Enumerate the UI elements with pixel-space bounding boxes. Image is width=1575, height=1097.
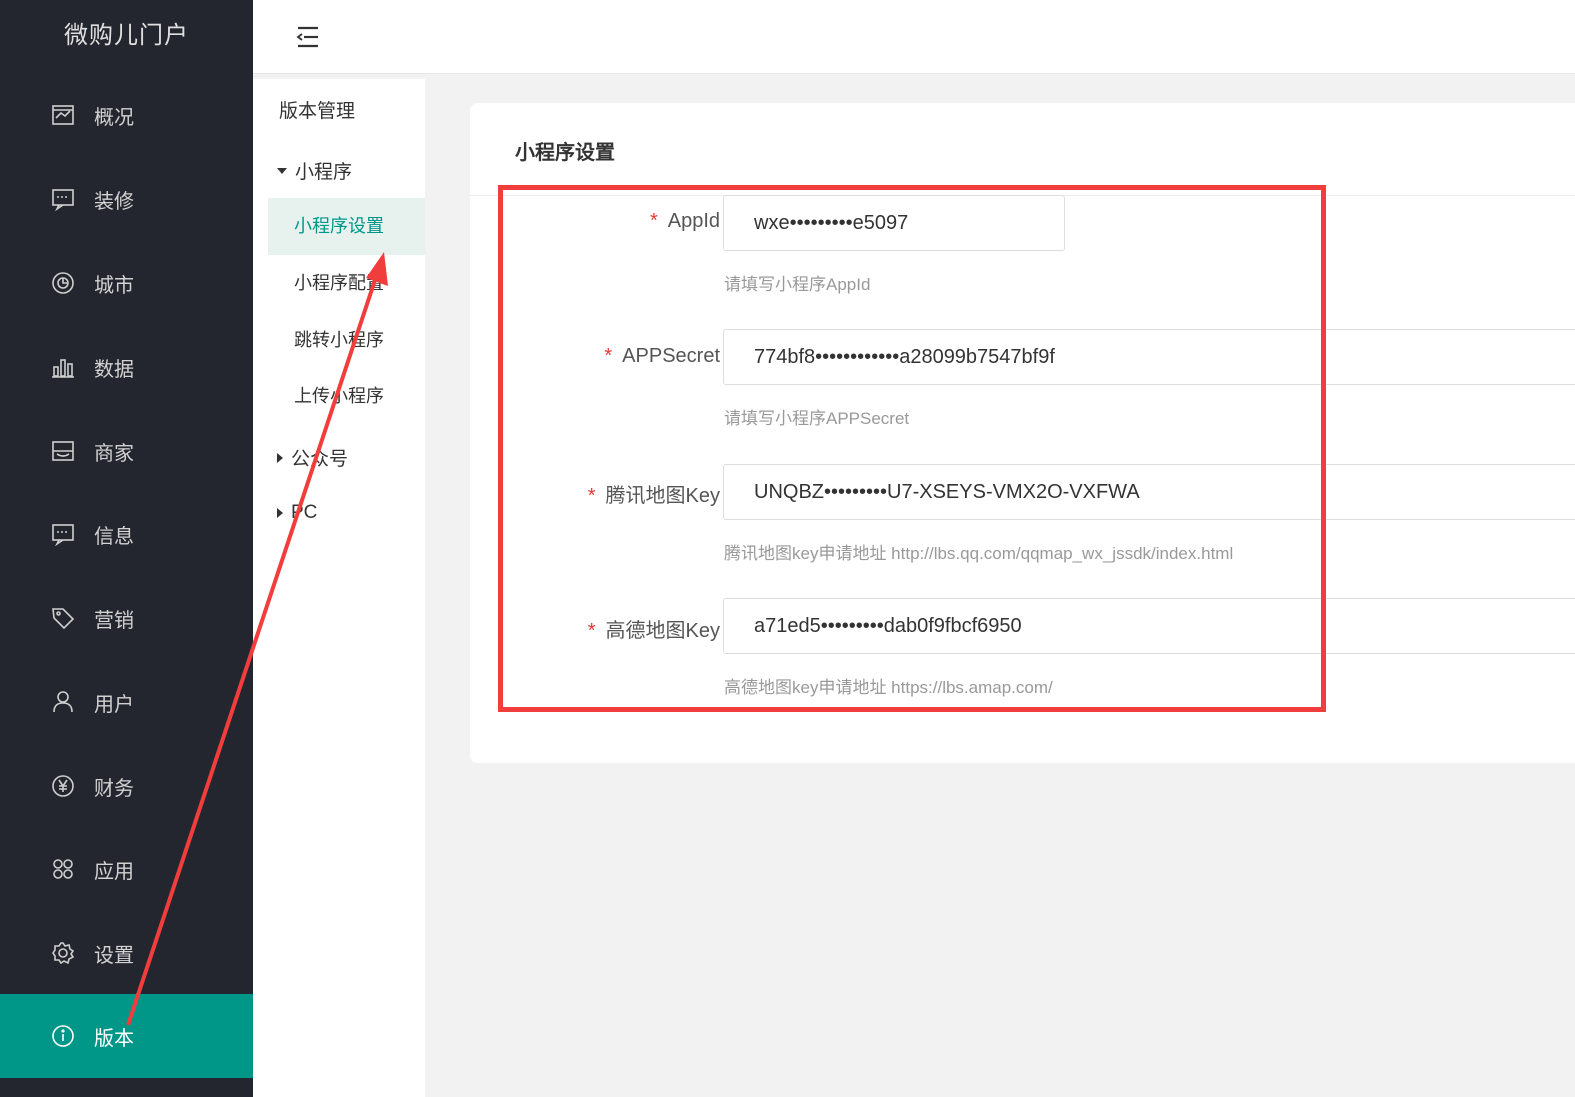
sidebar-item-label: 设置: [94, 944, 134, 967]
appsecret-input[interactable]: [723, 329, 1575, 385]
subnav-group-miniprogram[interactable]: 小程序: [277, 157, 352, 184]
appid-input[interactable]: [723, 195, 1065, 251]
subnav-group-label: 小程序: [295, 162, 353, 183]
subnav-item-jump-miniprogram[interactable]: 跳转小程序: [268, 312, 425, 369]
sidebar: 微购儿门户 概况 装修 城市 数据 商家 信息 营销 用户 财务 应用 设置 版…: [0, 0, 253, 1097]
sidebar-item-finance[interactable]: 财务: [0, 744, 253, 828]
required-mark: *: [587, 620, 596, 642]
sidebar-item-merchant[interactable]: 商家: [0, 409, 253, 493]
tencent-map-key-label: * 腾讯地图Key: [588, 479, 720, 508]
subnav-group-pc[interactable]: PC: [277, 502, 317, 524]
sidebar-item-data[interactable]: 数据: [0, 325, 253, 409]
amap-key-label-text: 高德地图Key: [605, 620, 720, 642]
sidebar-item-label: 概况: [94, 106, 134, 129]
sidebar-item-label: 营销: [94, 609, 134, 632]
sidebar-item-label: 数据: [94, 358, 134, 381]
merchant-icon: [50, 438, 76, 464]
subnav-title: 版本管理: [279, 101, 356, 122]
appsecret-label: * APPSecret: [604, 345, 720, 368]
secondary-nav: 版本管理 小程序 小程序设置 小程序配置 跳转小程序 上传小程序 公众号 PC: [253, 79, 425, 1097]
sidebar-item-city[interactable]: 城市: [0, 241, 253, 325]
amap-key-hint: 高德地图key申请地址 https://lbs.amap.com/: [724, 678, 1053, 697]
apps-icon: [50, 856, 76, 882]
subnav-item-upload-miniprogram[interactable]: 上传小程序: [268, 368, 425, 425]
sidebar-item-label: 应用: [94, 860, 134, 883]
required-mark: *: [649, 210, 658, 232]
yen-icon: [50, 773, 76, 799]
sidebar-item-settings[interactable]: 设置: [0, 911, 253, 995]
appsecret-hint: 请填写小程序APPSecret: [724, 409, 910, 428]
card-title: 小程序设置: [515, 142, 615, 164]
amap-key-label: * 高德地图Key: [588, 614, 720, 643]
app-title: 微购儿门户: [64, 22, 189, 49]
caret-down-icon: [277, 167, 287, 174]
sidebar-item-user[interactable]: 用户: [0, 660, 253, 744]
appid-label-text: AppId: [667, 210, 720, 232]
tencent-map-key-hint: 腾讯地图key申请地址 http://lbs.qq.com/qqmap_wx_j…: [724, 544, 1234, 563]
tencent-map-key-label-text: 腾讯地图Key: [605, 485, 720, 507]
sidebar-item-label: 财务: [94, 777, 134, 800]
caret-right-icon: [277, 508, 283, 518]
subnav-group-label: 公众号: [291, 449, 349, 470]
overview-icon: [50, 102, 76, 128]
sidebar-item-label: 用户: [94, 693, 134, 716]
sidebar-item-marketing[interactable]: 营销: [0, 576, 253, 660]
tag-icon: [50, 605, 76, 631]
sidebar-item-label: 商家: [94, 442, 134, 465]
required-mark: *: [587, 485, 596, 507]
city-icon: [50, 270, 76, 296]
sidebar-item-apps[interactable]: 应用: [0, 827, 253, 911]
caret-right-icon: [277, 452, 283, 463]
top-header: [253, 0, 1575, 74]
sidebar-item-overview[interactable]: 概况: [0, 73, 253, 157]
subnav-item-miniprogram-config[interactable]: 小程序配置: [268, 255, 425, 312]
subnav-group-label: PC: [291, 502, 318, 523]
data-chart-icon: [50, 354, 76, 380]
appid-label: * AppId: [650, 210, 720, 233]
sidebar-item-label: 信息: [94, 525, 134, 548]
decoration-icon: [50, 186, 76, 212]
settings-card: 小程序设置 * AppId 请填写小程序AppId * APPSecret 请填写小…: [470, 103, 1575, 763]
sidebar-item-label: 版本: [94, 1027, 134, 1050]
appid-hint: 请填写小程序AppId: [724, 275, 871, 294]
sidebar-item-label: 装修: [94, 190, 134, 213]
sidebar-item-version[interactable]: 版本: [0, 994, 253, 1078]
sidebar-item-label: 城市: [94, 274, 134, 297]
appsecret-label-text: APPSecret: [622, 345, 720, 367]
user-icon: [50, 689, 76, 715]
sidebar-item-decoration[interactable]: 装修: [0, 157, 253, 241]
subnav-item-miniprogram-settings[interactable]: 小程序设置: [268, 198, 425, 255]
sidebar-item-message[interactable]: 信息: [0, 492, 253, 576]
menu-collapse-icon[interactable]: [295, 24, 321, 50]
info-icon: [50, 1023, 76, 1049]
amap-key-input[interactable]: [723, 598, 1575, 654]
tencent-map-key-input[interactable]: [723, 464, 1575, 520]
message-icon: [50, 521, 76, 547]
gear-icon: [50, 940, 76, 966]
subnav-group-official-account[interactable]: 公众号: [277, 444, 348, 471]
required-mark: *: [604, 345, 613, 367]
